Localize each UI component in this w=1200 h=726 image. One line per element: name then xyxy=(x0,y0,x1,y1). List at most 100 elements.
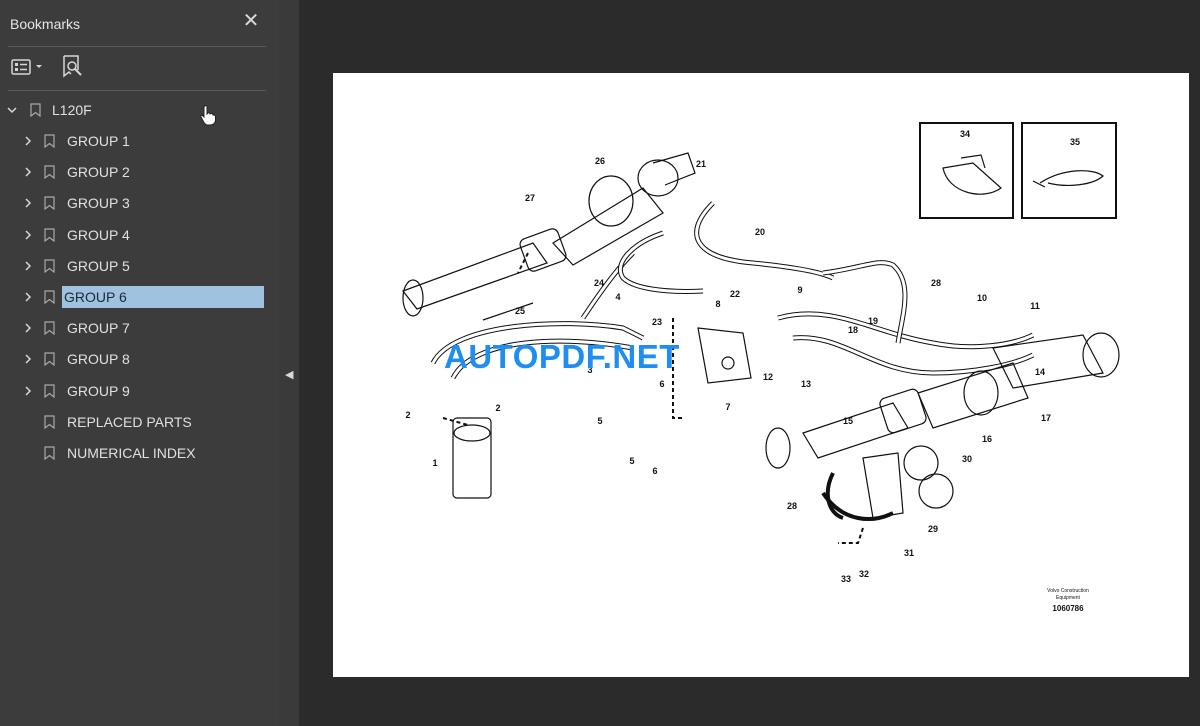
cylinder-27 xyxy=(402,242,548,310)
bookmark-item-group-2[interactable]: GROUP 2 xyxy=(22,158,133,186)
chevron-down-icon xyxy=(36,65,42,68)
bookmark-label: L120F xyxy=(52,102,92,118)
svg-text:15: 15 xyxy=(843,416,853,426)
svg-text:16: 16 xyxy=(982,434,992,444)
svg-text:30: 30 xyxy=(962,454,972,464)
bookmark-icon xyxy=(44,259,55,273)
bookmark-options-button[interactable] xyxy=(10,54,44,80)
svg-text:19: 19 xyxy=(868,316,878,326)
svg-text:6: 6 xyxy=(652,466,657,476)
svg-text:13: 13 xyxy=(801,379,811,389)
svg-text:29: 29 xyxy=(928,524,938,534)
bookmark-icon xyxy=(44,446,55,460)
bookmark-label: GROUP 9 xyxy=(67,383,130,399)
chevron-down-icon[interactable] xyxy=(6,104,18,116)
svg-text:2: 2 xyxy=(495,403,500,413)
bookmark-label: GROUP 2 xyxy=(67,164,130,180)
bookmark-label: GROUP 3 xyxy=(67,195,130,211)
svg-text:21: 21 xyxy=(696,159,706,169)
collapse-panel-icon[interactable]: ◀ xyxy=(285,368,293,381)
bookmark-icon xyxy=(44,352,55,366)
svg-text:20: 20 xyxy=(755,227,765,237)
svg-text:17: 17 xyxy=(1041,413,1051,423)
svg-text:5: 5 xyxy=(629,456,634,466)
motor-1 xyxy=(452,417,492,499)
divider xyxy=(8,46,266,47)
bookmark-item-replaced-parts[interactable]: REPLACED PARTS xyxy=(44,408,195,436)
svg-text:2: 2 xyxy=(405,410,410,420)
svg-text:9: 9 xyxy=(797,285,802,295)
bookmark-icon xyxy=(30,103,41,117)
svg-text:14: 14 xyxy=(1035,367,1045,377)
hand-cursor-icon xyxy=(200,104,216,126)
svg-text:23: 23 xyxy=(652,317,662,327)
bookmark-item-group-8[interactable]: GROUP 8 xyxy=(22,345,133,373)
panel-splitter[interactable] xyxy=(279,0,299,726)
chevron-right-icon[interactable] xyxy=(22,322,34,334)
bookmark-item-group-1[interactable]: GROUP 1 xyxy=(22,127,133,155)
bookmark-item-group-7[interactable]: GROUP 7 xyxy=(22,314,133,342)
bookmark-item-group-3[interactable]: GROUP 3 xyxy=(22,189,133,217)
svg-text:24: 24 xyxy=(594,278,604,288)
bookmark-item-group-4[interactable]: GROUP 4 xyxy=(22,221,133,249)
chevron-right-icon[interactable] xyxy=(22,135,34,147)
bookmark-item-group-5[interactable]: GROUP 5 xyxy=(22,252,133,280)
bookmark-label: REPLACED PARTS xyxy=(67,414,192,430)
bracket-29 xyxy=(862,452,904,519)
bookmarks-title: Bookmarks xyxy=(10,16,81,32)
svg-text:18: 18 xyxy=(848,325,858,335)
svg-text:28: 28 xyxy=(931,278,941,288)
chevron-right-icon[interactable] xyxy=(22,197,34,209)
chevron-right-icon[interactable] xyxy=(22,229,34,241)
bookmark-icon xyxy=(44,134,55,148)
chevron-right-icon[interactable] xyxy=(22,166,34,178)
brand-line-2: Equipment xyxy=(1056,595,1081,601)
svg-text:6: 6 xyxy=(659,379,664,389)
svg-text:7: 7 xyxy=(725,402,730,412)
close-icon[interactable]: ✕ xyxy=(240,10,262,32)
find-bookmark-icon xyxy=(63,55,82,78)
valve-7 xyxy=(697,327,752,384)
chevron-right-icon[interactable] xyxy=(22,353,34,365)
disc-30b xyxy=(918,473,954,509)
bookmark-icon xyxy=(44,228,55,242)
chevron-right-icon[interactable] xyxy=(22,291,34,303)
bookmark-root-l120f[interactable]: L120F xyxy=(6,96,95,124)
svg-text:25: 25 xyxy=(515,306,525,316)
bookmark-item-group-6[interactable]: GROUP 6 xyxy=(22,283,264,311)
pdf-page: 1 22 3 4 55 66 7 8 9 10 11 12 13 14 15 1… xyxy=(333,73,1189,677)
clamp-16 xyxy=(963,370,999,416)
bookmarks-panel: Bookmarks ✕ L120F GROUP 1 GROUP 2 GROUP … xyxy=(0,0,280,726)
svg-text:31: 31 xyxy=(904,548,914,558)
bookmarks-header: Bookmarks ✕ xyxy=(0,0,279,48)
brand-line-1: Volvo Construction xyxy=(1047,588,1089,594)
svg-text:35: 35 xyxy=(1070,137,1080,147)
bookmark-icon xyxy=(44,165,55,179)
figure-number: 1060786 xyxy=(1052,604,1084,613)
bookmark-item-numerical-index[interactable]: NUMERICAL INDEX xyxy=(44,439,199,467)
svg-text:27: 27 xyxy=(525,193,535,203)
find-bookmark-button[interactable] xyxy=(60,54,86,80)
svg-text:4: 4 xyxy=(615,292,620,302)
bookmark-item-group-9[interactable]: GROUP 9 xyxy=(22,377,133,405)
clamp-26 xyxy=(588,175,634,227)
list-options-icon xyxy=(11,59,42,75)
svg-text:22: 22 xyxy=(730,289,740,299)
bookmark-icon xyxy=(44,415,55,429)
svg-text:12: 12 xyxy=(763,372,773,382)
svg-text:11: 11 xyxy=(1030,301,1040,311)
chevron-right-icon[interactable] xyxy=(22,260,34,272)
bookmark-label: GROUP 4 xyxy=(67,227,130,243)
disc-30a xyxy=(903,445,939,481)
svg-text:33: 33 xyxy=(841,574,851,584)
bookmark-icon xyxy=(44,321,55,335)
svg-text:5: 5 xyxy=(597,416,602,426)
bookmark-label: GROUP 8 xyxy=(67,351,130,367)
chevron-right-icon[interactable] xyxy=(22,385,34,397)
bookmark-label: NUMERICAL INDEX xyxy=(67,445,196,461)
bookmark-label: GROUP 6 xyxy=(62,286,264,308)
svg-text:26: 26 xyxy=(595,156,605,166)
bookmark-icon xyxy=(44,290,55,304)
bookmark-label: GROUP 1 xyxy=(67,133,130,149)
bookmark-label: GROUP 7 xyxy=(67,320,130,336)
